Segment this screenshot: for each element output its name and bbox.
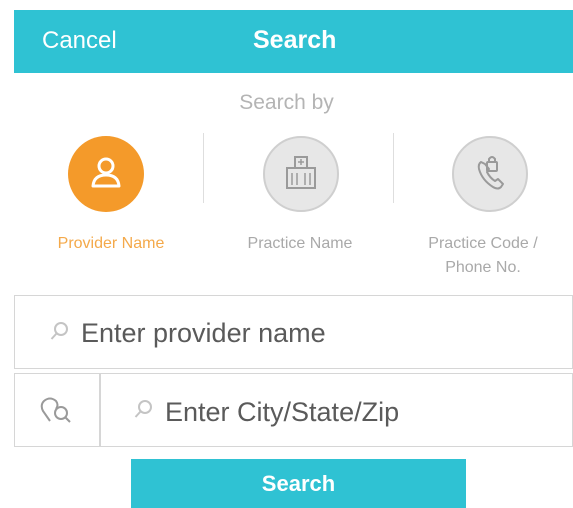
practice-name-label[interactable]: Practice Name: [220, 232, 380, 256]
option-divider: [203, 133, 204, 203]
locate-button[interactable]: [14, 373, 100, 447]
practice-code-label-line2: Phone No.: [445, 259, 521, 276]
provider-name-option-button[interactable]: [68, 136, 144, 212]
search-by-label: Search by: [239, 91, 334, 114]
building-icon: [286, 156, 316, 189]
practice-code-label-line1: Practice Code /: [428, 235, 538, 252]
person-icon: [91, 157, 121, 188]
lock-phone-icon: [477, 156, 504, 190]
search-icon: [134, 400, 152, 418]
provider-search-field: [14, 295, 573, 369]
page-title: Search: [253, 26, 337, 54]
cancel-button[interactable]: Cancel: [42, 27, 117, 55]
option-divider: [393, 133, 394, 203]
top-bar: Cancel Search: [14, 10, 573, 73]
search-icon: [50, 322, 68, 340]
practice-code-option-button[interactable]: [452, 136, 528, 212]
provider-name-input[interactable]: [79, 314, 553, 352]
location-search-icon: [40, 397, 71, 423]
practice-code-label[interactable]: Practice Code / Phone No.: [398, 232, 568, 280]
practice-name-option-button[interactable]: [263, 136, 339, 212]
location-input[interactable]: [163, 393, 557, 431]
location-search-field: [100, 373, 573, 447]
provider-name-label[interactable]: Provider Name: [26, 232, 196, 256]
search-button[interactable]: Search: [131, 459, 466, 508]
